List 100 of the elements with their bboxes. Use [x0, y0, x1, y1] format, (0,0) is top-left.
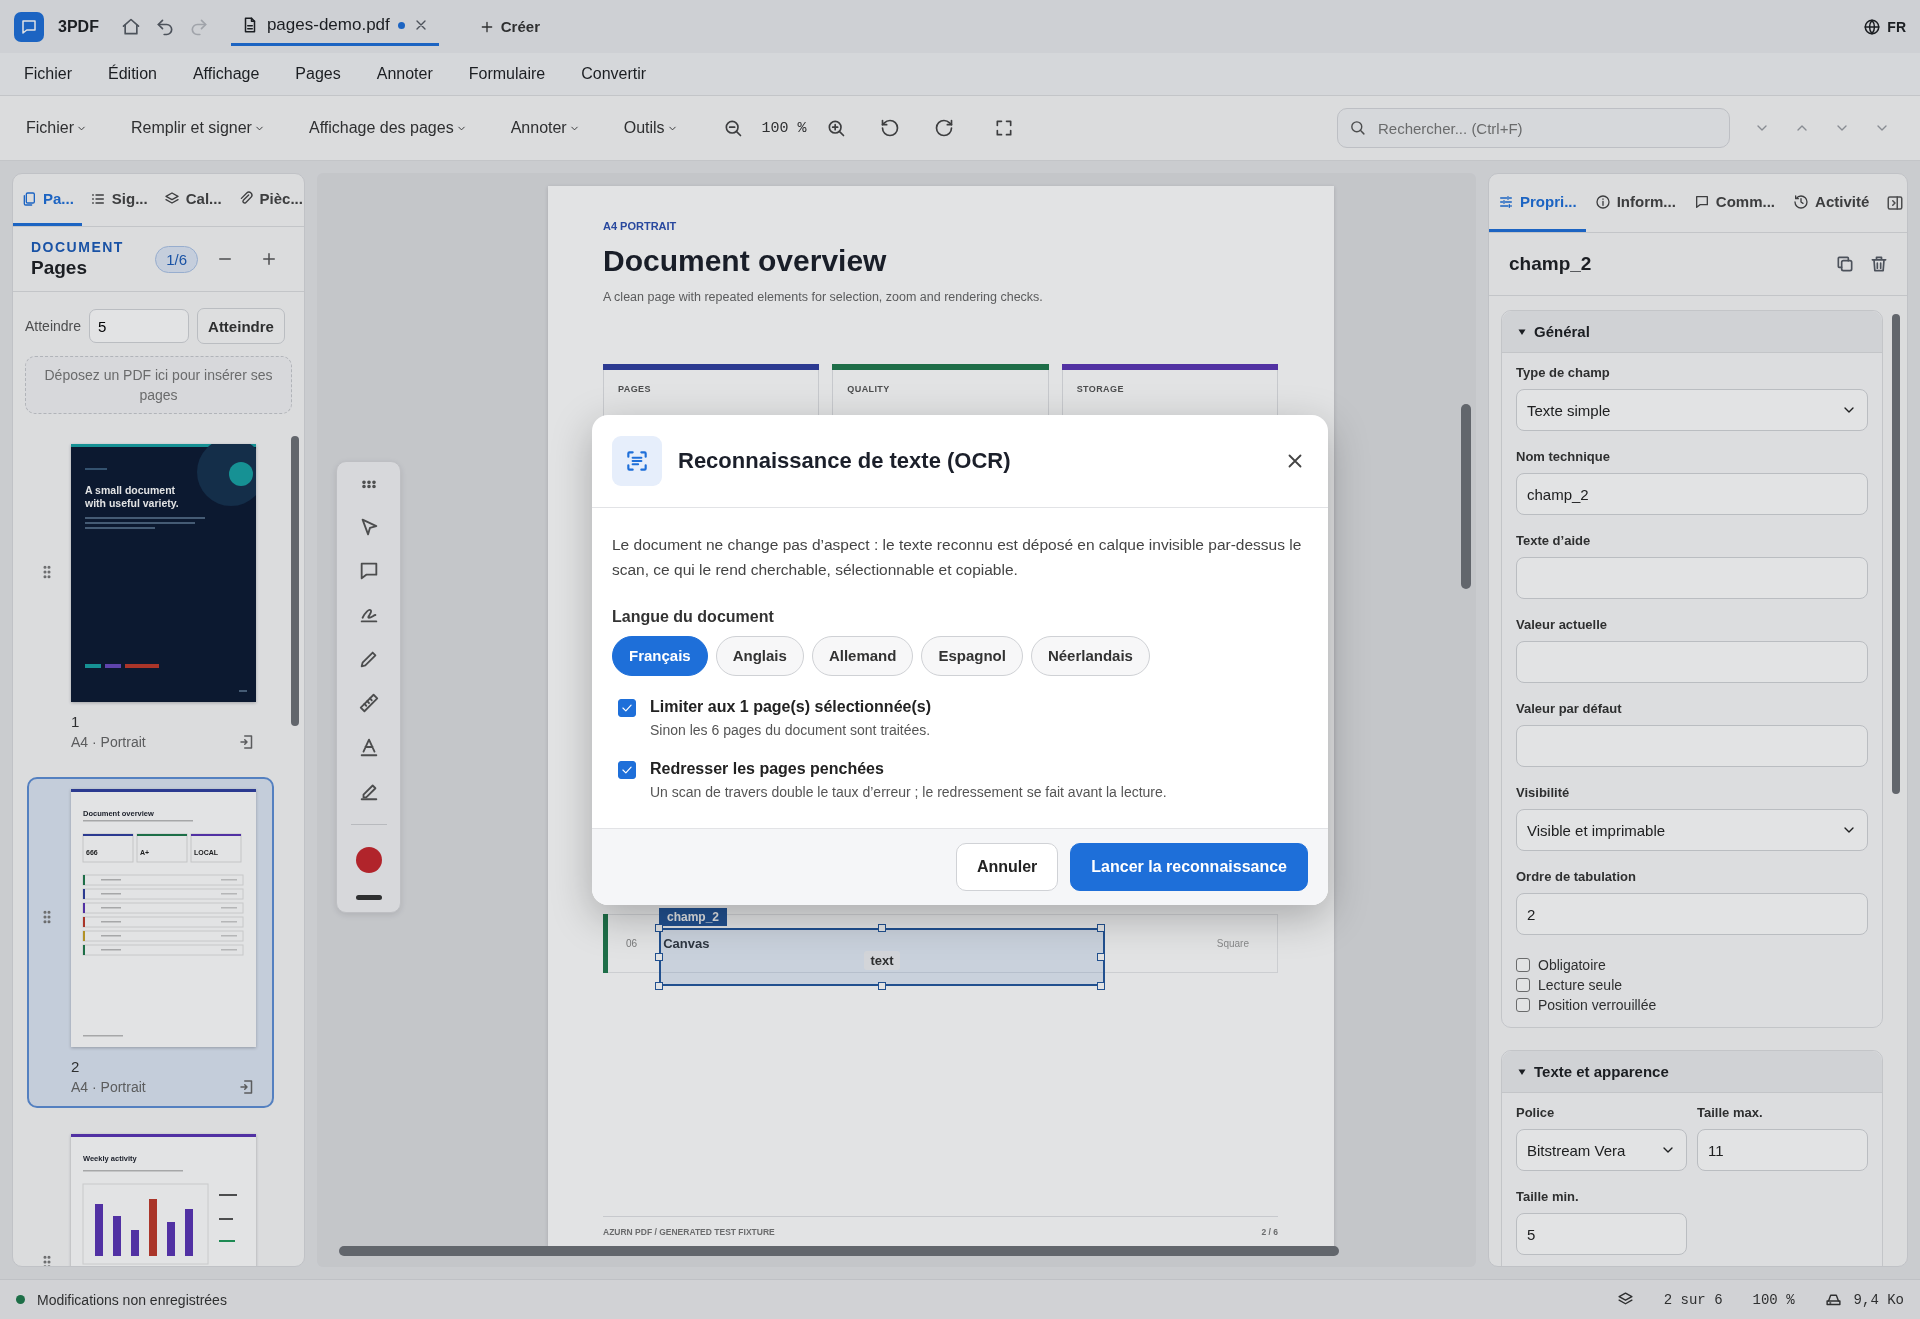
- home-icon[interactable]: [120, 16, 141, 37]
- field-label: Taille max.: [1697, 1105, 1764, 1120]
- plus-icon[interactable]: [260, 250, 278, 268]
- card-label: PAGES: [618, 384, 652, 394]
- checkbox[interactable]: [618, 760, 636, 779]
- checkbox[interactable]: [618, 698, 636, 717]
- input-field[interactable]: [1516, 557, 1868, 599]
- resize-handle[interactable]: [1097, 953, 1105, 961]
- resize-handle[interactable]: [655, 924, 663, 932]
- menu-item[interactable]: Affichage: [182, 59, 270, 89]
- dropdown[interactable]: Visible et imprimable: [1516, 809, 1868, 851]
- search-icon: [1349, 119, 1366, 136]
- toolbar-menu[interactable]: Outils: [615, 113, 686, 143]
- panel-tab[interactable]: Activité: [1784, 174, 1879, 232]
- panel-title: champ_2: [1509, 253, 1592, 275]
- toolbar-menu[interactable]: Fichier: [18, 113, 95, 143]
- toolbar-menu[interactable]: Remplir et signer: [123, 113, 273, 143]
- checkbox-label: Obligatoire: [1538, 957, 1606, 973]
- stroke-width-icon[interactable]: [355, 895, 382, 900]
- drop-zone[interactable]: Déposez un PDF ici pour insérer ses pages: [25, 356, 292, 414]
- comment-icon: [1693, 193, 1710, 210]
- panel-tab[interactable]: Sig...: [81, 174, 156, 226]
- new-tab-button[interactable]: Créer: [472, 12, 546, 41]
- checkbox[interactable]: [1516, 998, 1530, 1012]
- language-chip[interactable]: Français: [612, 635, 708, 676]
- language-button[interactable]: FR: [1863, 17, 1906, 36]
- rotate-right-icon[interactable]: [933, 118, 954, 138]
- language-chip[interactable]: Espagnol: [921, 635, 1023, 676]
- panel-tab[interactable]: Inform...: [1585, 174, 1685, 232]
- menu-item[interactable]: Annoter: [366, 59, 443, 89]
- dropdown[interactable]: Bitstream Vera: [1516, 1129, 1687, 1171]
- panel-tab[interactable]: Comm...: [1684, 174, 1785, 232]
- field-label: Ordre de tabulation: [1516, 869, 1637, 884]
- option-label: Redresser les pages penchées: [650, 759, 885, 778]
- input-field[interactable]: [1516, 641, 1868, 683]
- field-label: Valeur par défaut: [1516, 701, 1623, 716]
- dropdown[interactable]: Texte simple: [1516, 389, 1868, 431]
- chart-bar: [95, 1204, 103, 1256]
- card-label: QUALITY: [847, 384, 891, 394]
- menu-item[interactable]: Convertir: [571, 59, 657, 89]
- resize-handle[interactable]: [1097, 982, 1105, 990]
- row-number: 06: [626, 938, 638, 949]
- panel-tab[interactable]: Pièc...: [229, 174, 304, 226]
- history-icon: [1793, 193, 1810, 210]
- field-label: Texte d’aide: [1516, 533, 1592, 548]
- file-tab[interactable]: pages-demo.pdf: [230, 7, 439, 46]
- rotate-left-icon[interactable]: [879, 118, 900, 138]
- page-input[interactable]: 5: [89, 309, 190, 343]
- language-chip[interactable]: Allemand: [811, 635, 914, 676]
- input-field[interactable]: 5: [1516, 1213, 1687, 1255]
- copy-icon[interactable]: [1835, 254, 1855, 274]
- language-chip[interactable]: Néerlandais: [1030, 635, 1150, 676]
- chart-bar: [113, 1216, 121, 1256]
- input-field[interactable]: champ_2: [1516, 473, 1868, 515]
- trash-icon[interactable]: [1869, 254, 1889, 274]
- toolbar-menu[interactable]: Affichage des pages: [300, 113, 475, 143]
- page-number: 2: [71, 1058, 81, 1075]
- checkbox[interactable]: [1516, 958, 1530, 972]
- pages-icon: [21, 190, 37, 207]
- page-format: A4 · Portrait: [71, 1079, 146, 1095]
- language-chip[interactable]: Anglais: [715, 635, 804, 676]
- panel-tab[interactable]: Propri...: [1489, 174, 1586, 232]
- page-thumbnail[interactable]: A small document with useful variety.: [71, 444, 256, 702]
- resize-handle[interactable]: [655, 953, 663, 961]
- menu-item[interactable]: Pages: [285, 59, 351, 89]
- chart-bar: [185, 1209, 193, 1256]
- panel-title: Pages: [31, 257, 88, 279]
- checkbox[interactable]: [1516, 978, 1530, 992]
- cancel-button[interactable]: Annuler: [955, 842, 1059, 891]
- section-header[interactable]: Général: [1502, 311, 1882, 353]
- start-button[interactable]: Lancer la reconnaissance: [1070, 842, 1308, 891]
- input-field[interactable]: [1516, 725, 1868, 767]
- resize-handle[interactable]: [1097, 924, 1105, 932]
- menu-item[interactable]: Formulaire: [458, 59, 556, 89]
- field-value: text: [864, 950, 900, 970]
- resize-handle[interactable]: [878, 982, 886, 990]
- resize-handle[interactable]: [878, 924, 886, 932]
- menu-item[interactable]: Fichier: [14, 59, 82, 89]
- search-field[interactable]: Rechercher... (Ctrl+F): [1337, 108, 1730, 148]
- app-name: 3PDF: [58, 17, 99, 36]
- checkbox-label: Lecture seule: [1538, 977, 1623, 993]
- status-dot: [16, 1295, 25, 1304]
- goto-button[interactable]: Atteindre: [197, 308, 285, 344]
- input-field[interactable]: 11: [1697, 1129, 1868, 1171]
- page-heading: Document overview: [603, 244, 888, 278]
- panel-tab[interactable]: Pa...: [13, 174, 82, 226]
- panel-toggle-icon[interactable]: [1886, 194, 1905, 212]
- input-field[interactable]: 2: [1516, 893, 1868, 935]
- status-message: Modifications non enregistrées: [37, 1291, 227, 1308]
- undo-icon[interactable]: [154, 16, 175, 37]
- toolbar-menu[interactable]: Annoter: [502, 113, 588, 143]
- field-label: Valeur actuelle: [1516, 617, 1609, 632]
- panel-tab[interactable]: Cal...: [155, 174, 230, 226]
- color-swatch[interactable]: [355, 847, 382, 873]
- menu-item[interactable]: Édition: [98, 59, 167, 89]
- resize-handle[interactable]: [655, 982, 663, 990]
- dialog-title: Reconnaissance de texte (OCR): [678, 447, 1011, 474]
- page-footer-number: 2 / 6: [1261, 1227, 1278, 1237]
- section-header[interactable]: Texte et apparence: [1502, 1051, 1882, 1093]
- ruler-icon[interactable]: [357, 692, 380, 714]
